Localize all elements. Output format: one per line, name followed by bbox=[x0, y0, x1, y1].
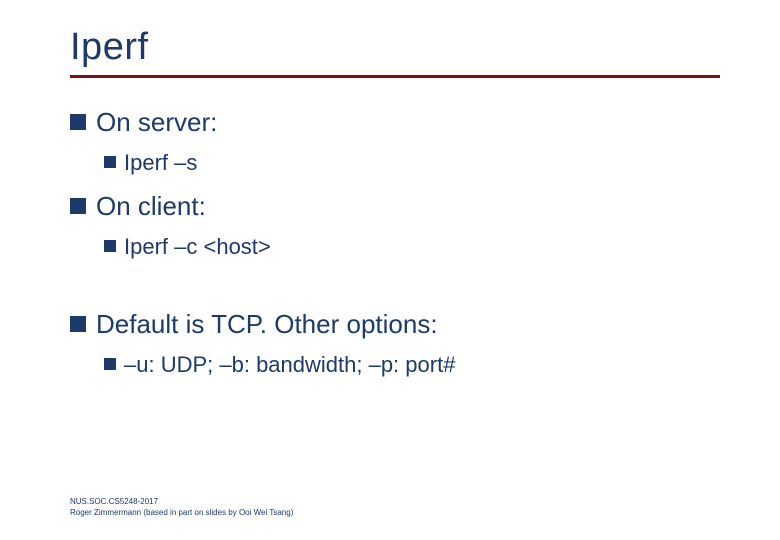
title-rule bbox=[70, 75, 720, 78]
bullet-client-cmd-text: Iperf –c <host> bbox=[124, 233, 271, 261]
square-bullet-icon bbox=[70, 198, 86, 214]
bullet-default-label: Default is TCP. Other options: bbox=[96, 308, 438, 341]
bullet-default-opts-text: –u: UDP; –b: bandwidth; –p: port# bbox=[124, 351, 455, 379]
slide-title: Iperf bbox=[70, 26, 720, 69]
bullet-server-cmd: Iperf –s bbox=[104, 149, 720, 177]
slide-footer: NUS.SOC.CS5248-2017 Roger Zimmermann (ba… bbox=[70, 497, 293, 518]
bullet-client: On client: bbox=[70, 190, 720, 223]
bullet-server-cmd-text: Iperf –s bbox=[124, 149, 197, 177]
bullet-server: On server: bbox=[70, 106, 720, 139]
bullet-default-opts: –u: UDP; –b: bandwidth; –p: port# bbox=[104, 351, 720, 379]
footer-line-2: Roger Zimmermann (based in part on slide… bbox=[70, 508, 293, 518]
bullet-client-label: On client: bbox=[96, 190, 206, 223]
footer-line-1: NUS.SOC.CS5248-2017 bbox=[70, 497, 293, 507]
square-bullet-icon bbox=[70, 316, 86, 332]
bullet-default: Default is TCP. Other options: bbox=[70, 308, 720, 341]
square-bullet-icon bbox=[70, 114, 86, 130]
square-bullet-icon bbox=[104, 156, 116, 168]
square-bullet-icon bbox=[104, 358, 116, 370]
square-bullet-icon bbox=[104, 240, 116, 252]
bullet-client-cmd: Iperf –c <host> bbox=[104, 233, 720, 261]
bullet-server-label: On server: bbox=[96, 106, 217, 139]
